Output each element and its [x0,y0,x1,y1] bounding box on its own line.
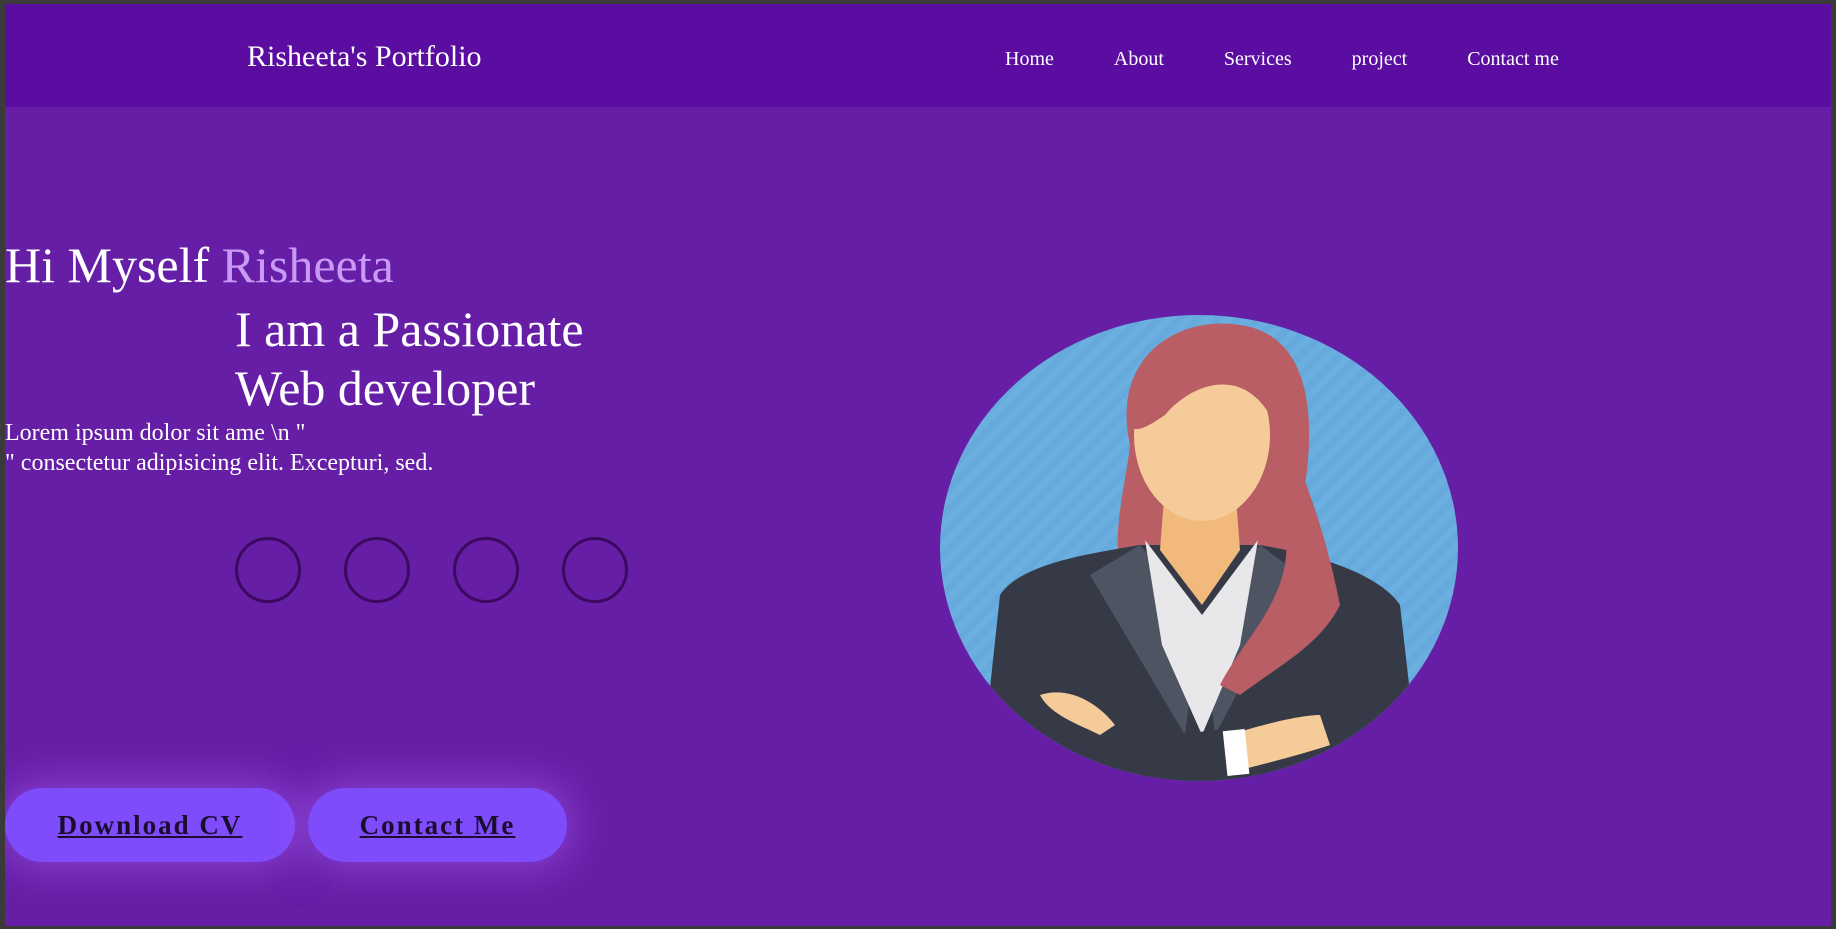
navbar: Risheeta's Portfolio Home About Services… [5,4,1831,107]
description-line-2: " consectetur adipisicing elit. Exceptur… [5,450,434,476]
profile-avatar-image [940,315,1458,781]
social-icon-4[interactable] [562,537,628,603]
hero-description: Lorem ipsum dolor sit ame \n " " consect… [5,418,705,478]
social-icon-2[interactable] [344,537,410,603]
nav-services[interactable]: Services [1224,48,1292,71]
hero-greeting: Hi Myself Risheeta [5,240,394,290]
description-line-1: Lorem ipsum dolor sit ame \n " [5,420,306,446]
contact-me-button[interactable]: Contact Me [308,788,567,862]
page-frame: Risheeta's Portfolio Home About Services… [5,4,1831,926]
social-icon-3[interactable] [453,537,519,603]
greeting-text: Hi Myself [5,237,210,293]
nav-home[interactable]: Home [1005,48,1054,71]
social-links [235,537,628,603]
brand-logo[interactable]: Risheeta's Portfolio [247,40,482,74]
nav-about[interactable]: About [1114,48,1164,71]
social-icon-1[interactable] [235,537,301,603]
nav-contact[interactable]: Contact me [1467,48,1559,71]
nav-project[interactable]: project [1352,48,1408,71]
hero-tagline: I am a Passionate Web developer [235,300,735,418]
hero-name: Risheeta [221,237,394,293]
tagline-line-1: I am a Passionate [235,301,584,357]
download-cv-button[interactable]: Download CV [5,788,295,862]
tagline-line-2: Web developer [235,360,535,416]
nav-menu: Home About Services project Contact me [1005,48,1559,71]
